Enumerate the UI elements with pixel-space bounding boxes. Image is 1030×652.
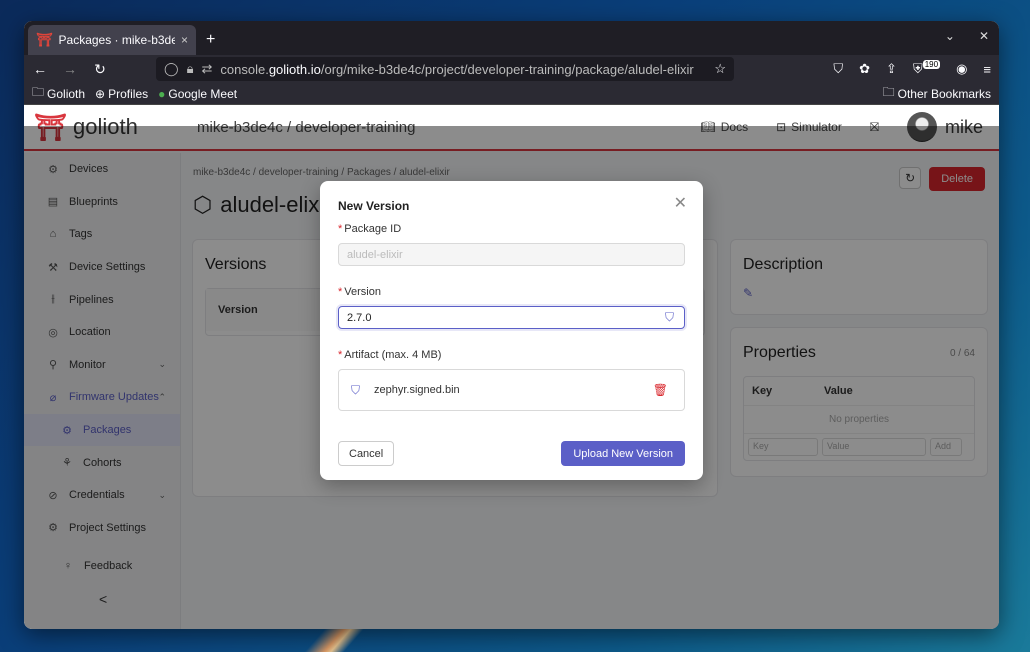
bookmark-google-meet[interactable]: ● Google Meet	[158, 87, 237, 101]
meet-icon: ●	[158, 86, 166, 101]
new-version-modal: New Version ✕ * Package ID aludel-elixir …	[320, 181, 703, 480]
upload-new-version-button[interactable]: Upload New Version	[561, 441, 685, 466]
browser-tab[interactable]: ⛩ Packages · mike-b3de4c/ ×	[28, 25, 196, 55]
permissions-icon[interactable]: ⇄	[201, 61, 212, 77]
bookmarks-bar: 🗀︎ Golioth ⊕ Profiles ● Google Meet 🗀︎ Other…	[24, 83, 999, 105]
artifact-upload[interactable]: ⛉ zephyr.signed.bin 🗑︎	[338, 369, 685, 411]
close-icon[interactable]: ✕	[674, 193, 687, 213]
bookmark-star-icon[interactable]: ☆	[714, 61, 726, 77]
version-field[interactable]: 2.7.0 ⛉	[338, 306, 685, 329]
bookmark-golioth[interactable]: 🗀︎ Golioth	[32, 83, 85, 104]
tab-title: Packages · mike-b3de4c/	[58, 33, 175, 47]
bookmark-profiles[interactable]: ⊕ Profiles	[95, 87, 148, 101]
share-icon[interactable]: ⇪	[886, 61, 897, 77]
forward-icon[interactable]: →	[62, 61, 78, 77]
password-manager-icon[interactable]: ⛉	[665, 310, 674, 325]
ublock-icon[interactable]: ⛨ 190	[913, 60, 941, 77]
folder-icon: 🗀︎	[32, 85, 45, 99]
trash-icon[interactable]: 🗑︎	[653, 383, 668, 397]
shield-icon[interactable]: ◯	[164, 61, 179, 77]
golioth-favicon-icon: ⛩	[36, 32, 53, 47]
bookmark-other[interactable]: 🗀︎ Other Bookmarks	[883, 83, 991, 104]
url-bar[interactable]: ◯ 🔒︎ ⇄ console.golioth.io/org/mike-b3de4…	[156, 57, 734, 81]
tab-bar: ⛩ Packages · mike-b3de4c/ × + ⌄ ✕	[24, 21, 999, 55]
extension-icon[interactable]: ✿	[859, 61, 870, 77]
window-close-icon[interactable]: ✕	[979, 29, 989, 43]
file-shield-icon: ⛉	[351, 382, 361, 397]
cancel-button[interactable]: Cancel	[338, 441, 395, 466]
package-id-label: * Package ID	[338, 223, 402, 235]
lock-icon[interactable]: 🔒︎	[187, 61, 194, 77]
globe-icon: ⊕	[95, 86, 106, 101]
modal-title: New Version	[338, 199, 410, 213]
back-icon[interactable]: ←	[32, 61, 48, 77]
reload-icon[interactable]: ↻	[92, 61, 108, 78]
url-text: console.golioth.io/org/mike-b3de4c/proje…	[220, 61, 694, 77]
menu-icon[interactable]: ≡	[983, 62, 991, 77]
pocket-icon[interactable]: ⛉	[833, 61, 843, 77]
tab-close-icon[interactable]: ×	[181, 33, 188, 47]
version-label: * Version	[338, 286, 381, 298]
package-id-field: aludel-elixir	[338, 243, 685, 266]
password-manager-icon[interactable]: ◉	[956, 61, 967, 77]
new-tab-button[interactable]: +	[196, 25, 225, 55]
folder-icon: 🗀︎	[882, 85, 895, 99]
tab-list-icon[interactable]: ⌄	[945, 29, 955, 43]
nav-bar: ← → ↻ ◯ 🔒︎ ⇄ console.golioth.io/org/mike…	[24, 55, 999, 83]
artifact-filename: zephyr.signed.bin	[374, 384, 460, 396]
artifact-label: * Artifact (max. 4 MB)	[338, 349, 442, 361]
